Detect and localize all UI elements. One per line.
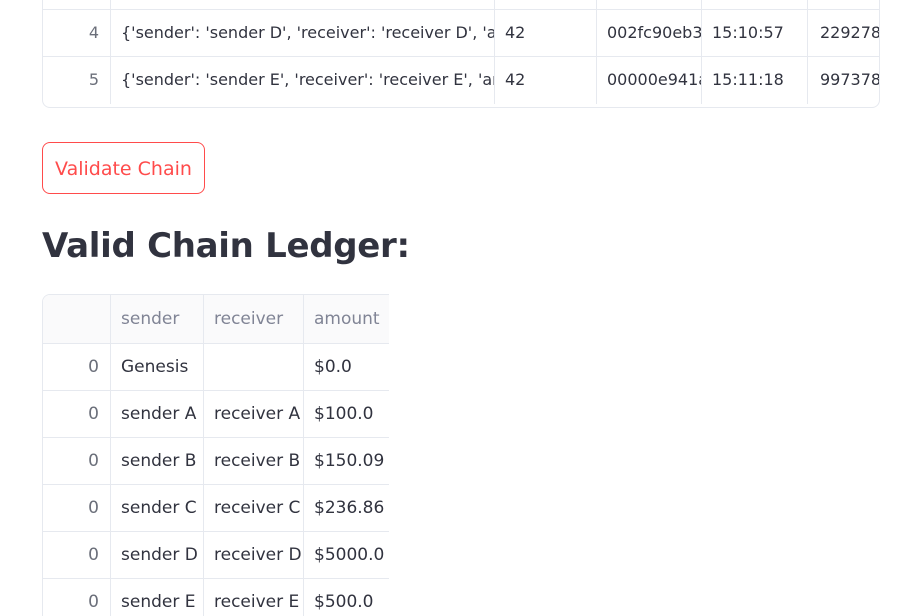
cell-receiver[interactable]: receiver A	[204, 391, 304, 437]
row-index: 0	[43, 344, 111, 390]
row-index: 0	[43, 391, 111, 437]
table-row[interactable]	[43, 0, 879, 10]
cell-sender[interactable]: Genesis	[111, 344, 204, 390]
table-row[interactable]: 0 sender C receiver C $236.86	[43, 485, 389, 532]
cell-sender[interactable]: sender E	[111, 579, 204, 616]
column-header-amount[interactable]: amount	[304, 295, 389, 343]
cell-data[interactable]: {'sender': 'sender D', 'receiver': 'rece…	[111, 10, 495, 56]
cell-receiver[interactable]	[204, 344, 304, 390]
cell-nonce[interactable]: 42	[495, 10, 597, 56]
cell-nonce[interactable]	[495, 0, 597, 9]
cell-hash[interactable]: 002fc90eb3b	[597, 10, 702, 56]
cell-sender[interactable]: sender C	[111, 485, 204, 531]
cell-hash[interactable]	[597, 0, 702, 9]
row-index: 0	[43, 438, 111, 484]
cell-sender[interactable]: sender D	[111, 532, 204, 578]
cell-timestamp[interactable]: 15:10:57	[702, 10, 808, 56]
column-header-receiver[interactable]: receiver	[204, 295, 304, 343]
table-row[interactable]: 0 sender D receiver D $5000.0	[43, 532, 389, 579]
row-index: 5	[43, 57, 111, 104]
cell-previous-hash[interactable]: 997378	[808, 57, 879, 104]
validate-chain-button[interactable]: Validate Chain	[42, 142, 205, 194]
cell-amount[interactable]: $500.0	[304, 579, 389, 616]
table-row[interactable]: 4 {'sender': 'sender D', 'receiver': 're…	[43, 10, 879, 57]
row-index: 0	[43, 532, 111, 578]
cell-sender[interactable]: sender A	[111, 391, 204, 437]
cell-timestamp[interactable]	[702, 0, 808, 9]
row-index: 4	[43, 10, 111, 56]
cell-timestamp[interactable]: 15:11:18	[702, 57, 808, 104]
row-index: 0	[43, 485, 111, 531]
column-header-index[interactable]	[43, 295, 111, 343]
cell-nonce[interactable]: 42	[495, 57, 597, 104]
cell-amount[interactable]: $100.0	[304, 391, 389, 437]
cell-receiver[interactable]: receiver C	[204, 485, 304, 531]
cell-receiver[interactable]: receiver E	[204, 579, 304, 616]
table-row[interactable]: 5 {'sender': 'sender E', 'receiver': 're…	[43, 57, 879, 104]
table-row[interactable]: 0 sender B receiver B $150.09	[43, 438, 389, 485]
cell-receiver[interactable]: receiver B	[204, 438, 304, 484]
row-index	[43, 0, 111, 9]
cell-previous-hash[interactable]	[808, 0, 879, 9]
row-index: 0	[43, 579, 111, 616]
cell-amount[interactable]: $5000.0	[304, 532, 389, 578]
cell-hash[interactable]: 00000e941a	[597, 57, 702, 104]
cell-receiver[interactable]: receiver D	[204, 532, 304, 578]
column-header-sender[interactable]: sender	[111, 295, 204, 343]
table-row[interactable]: 0 sender A receiver A $100.0	[43, 391, 389, 438]
table-header-row: sender receiver amount	[43, 295, 389, 344]
ledger-heading: Valid Chain Ledger:	[42, 226, 410, 266]
cell-amount[interactable]: $236.86	[304, 485, 389, 531]
table-row[interactable]: 0 sender E receiver E $500.0	[43, 579, 389, 616]
cell-previous-hash[interactable]: 229278	[808, 10, 879, 56]
cell-amount[interactable]: $150.09	[304, 438, 389, 484]
blocks-table[interactable]: 4 {'sender': 'sender D', 'receiver': 're…	[42, 0, 880, 108]
ledger-table[interactable]: sender receiver amount 0 Genesis $0.0 0 …	[42, 294, 389, 616]
cell-data[interactable]: {'sender': 'sender E', 'receiver': 'rece…	[111, 57, 495, 104]
cell-sender[interactable]: sender B	[111, 438, 204, 484]
table-row[interactable]: 0 Genesis $0.0	[43, 344, 389, 391]
page: 4 {'sender': 'sender D', 'receiver': 're…	[0, 0, 903, 616]
cell-data[interactable]	[111, 0, 495, 9]
cell-amount[interactable]: $0.0	[304, 344, 389, 390]
